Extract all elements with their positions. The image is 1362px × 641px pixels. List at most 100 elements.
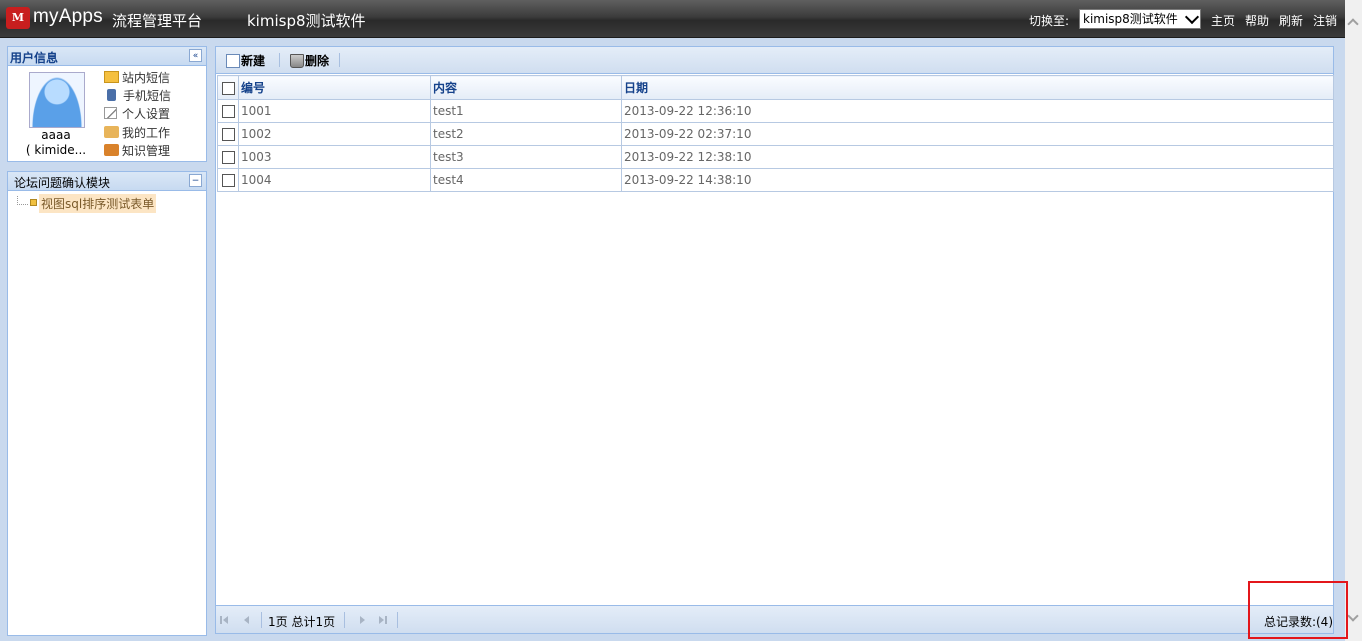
page-info: 1页 总计1页 — [268, 615, 336, 629]
new-document-icon — [226, 54, 240, 68]
last-page-icon[interactable] — [379, 615, 389, 625]
pager: 1页 总计1页 总记录数:(4) — [216, 605, 1333, 633]
main-panel: 新建 删除 编号 内容 日期 1001 test1 2013-09-22 12:… — [215, 46, 1334, 634]
scroll-down-icon[interactable] — [1347, 610, 1359, 622]
row-select-cell — [217, 145, 239, 169]
chevron-down-icon — [1184, 9, 1200, 25]
sms-label: 手机短信 — [123, 89, 172, 103]
logo-subtitle: 流程管理平台 — [112, 12, 203, 30]
row-checkbox[interactable] — [221, 128, 235, 141]
table-row[interactable]: 1001 test1 2013-09-22 12:36:10 — [217, 99, 1334, 123]
logo-text: myApps — [33, 6, 103, 27]
row-checkbox[interactable] — [221, 105, 235, 118]
mail-icon — [104, 71, 119, 83]
app-switch-value: kimisp8测试软件 — [1083, 12, 1178, 26]
row-select-cell — [217, 99, 239, 123]
tree-item-sql-sort-form[interactable]: 视图sql排序测试表单 — [39, 194, 157, 213]
column-header-content[interactable]: 内容 — [430, 75, 622, 100]
pager-divider — [397, 612, 398, 628]
select-all-cell — [217, 75, 239, 100]
cell-content[interactable]: test1 — [430, 99, 622, 123]
prev-page-icon[interactable] — [242, 615, 252, 625]
avatar — [29, 72, 85, 128]
help-link[interactable]: 帮助 — [1245, 12, 1269, 29]
sms-link[interactable]: 手机短信 — [104, 87, 171, 104]
new-button-label: 新建 — [241, 54, 266, 68]
user-name: aaaa — [41, 128, 71, 142]
cell-id[interactable]: 1001 — [238, 99, 431, 123]
my-work-label: 我的工作 — [122, 126, 171, 140]
module-panel-header: 论坛问题确认模块 − — [8, 172, 206, 191]
table-row[interactable]: 1004 test4 2013-09-22 14:38:10 — [217, 168, 1334, 192]
grid-header-row: 编号 内容 日期 — [217, 75, 1334, 100]
logo-icon: M — [6, 7, 30, 29]
app-switch-select[interactable]: kimisp8测试软件 — [1079, 9, 1201, 29]
first-page-bar — [220, 616, 222, 624]
column-header-date[interactable]: 日期 — [621, 75, 1334, 100]
knowledge-label: 知识管理 — [122, 144, 171, 158]
minimize-icon[interactable]: − — [189, 174, 202, 187]
app-name: kimisp8测试软件 — [247, 12, 366, 30]
switch-label: 切换至: — [1029, 14, 1070, 28]
delete-button[interactable]: 删除 — [290, 52, 329, 69]
table-row[interactable]: 1003 test3 2013-09-22 12:38:10 — [217, 145, 1334, 169]
last-page-arrow — [379, 616, 384, 624]
edit-icon — [104, 107, 117, 119]
new-button[interactable]: 新建 — [226, 52, 265, 69]
page-scrollbar[interactable] — [1345, 0, 1362, 641]
cell-id[interactable]: 1004 — [238, 168, 431, 192]
pager-divider — [344, 612, 345, 628]
tree-node-icon — [30, 199, 37, 206]
logout-link[interactable]: 注销 — [1313, 12, 1337, 29]
row-checkbox[interactable] — [221, 151, 235, 164]
table-row[interactable]: 1002 test2 2013-09-22 02:37:10 — [217, 122, 1334, 146]
top-bar: M myApps 流程管理平台 kimisp8测试软件 切换至: kimisp8… — [0, 0, 1345, 38]
toolbar-divider — [279, 53, 280, 67]
user-info-title: 用户信息 — [10, 51, 59, 65]
cell-date[interactable]: 2013-09-22 14:38:10 — [621, 168, 1334, 192]
highlight-box — [1248, 581, 1348, 639]
trash-icon — [290, 54, 304, 68]
next-page-icon[interactable] — [358, 615, 368, 625]
home-link[interactable]: 主页 — [1211, 12, 1235, 29]
column-header-id[interactable]: 编号 — [238, 75, 431, 100]
knowledge-link[interactable]: 知识管理 — [104, 142, 170, 159]
prev-page-arrow — [244, 616, 249, 624]
last-page-bar — [385, 616, 387, 624]
row-select-cell — [217, 168, 239, 192]
toolbar: 新建 删除 — [216, 47, 1333, 74]
user-info-header: 用户信息 « — [8, 47, 206, 66]
row-checkbox[interactable] — [221, 174, 235, 187]
cell-id[interactable]: 1002 — [238, 122, 431, 146]
collapse-icon[interactable]: « — [189, 49, 202, 62]
data-grid: 编号 内容 日期 1001 test1 2013-09-22 12:36:10 … — [217, 75, 1334, 192]
cell-date[interactable]: 2013-09-22 12:36:10 — [621, 99, 1334, 123]
refresh-link[interactable]: 刷新 — [1279, 12, 1303, 29]
internal-message-link[interactable]: 站内短信 — [104, 69, 170, 86]
scroll-up-icon[interactable] — [1347, 18, 1359, 30]
personal-settings-label: 个人设置 — [122, 107, 171, 121]
my-work-link[interactable]: 我的工作 — [104, 124, 170, 141]
delete-button-label: 删除 — [305, 54, 330, 68]
module-panel: 论坛问题确认模块 − — [7, 171, 207, 636]
tree-connector — [17, 196, 28, 205]
row-select-cell — [217, 122, 239, 146]
personal-settings-link[interactable]: 个人设置 — [104, 105, 170, 122]
folder-user-icon — [104, 126, 119, 138]
pager-divider — [261, 612, 262, 628]
cell-date[interactable]: 2013-09-22 02:37:10 — [621, 122, 1334, 146]
select-all-checkbox[interactable] — [221, 81, 235, 95]
cell-date[interactable]: 2013-09-22 12:38:10 — [621, 145, 1334, 169]
cell-content[interactable]: test4 — [430, 168, 622, 192]
internal-message-label: 站内短信 — [122, 71, 171, 85]
first-page-arrow — [223, 616, 228, 624]
cell-content[interactable]: test3 — [430, 145, 622, 169]
toolbar-divider — [339, 53, 340, 67]
cell-id[interactable]: 1003 — [238, 145, 431, 169]
user-org: ( kimide... — [25, 143, 87, 157]
next-page-arrow — [360, 616, 365, 624]
phone-icon — [107, 89, 116, 101]
knowledge-icon — [104, 144, 119, 156]
first-page-icon[interactable] — [220, 615, 230, 625]
cell-content[interactable]: test2 — [430, 122, 622, 146]
